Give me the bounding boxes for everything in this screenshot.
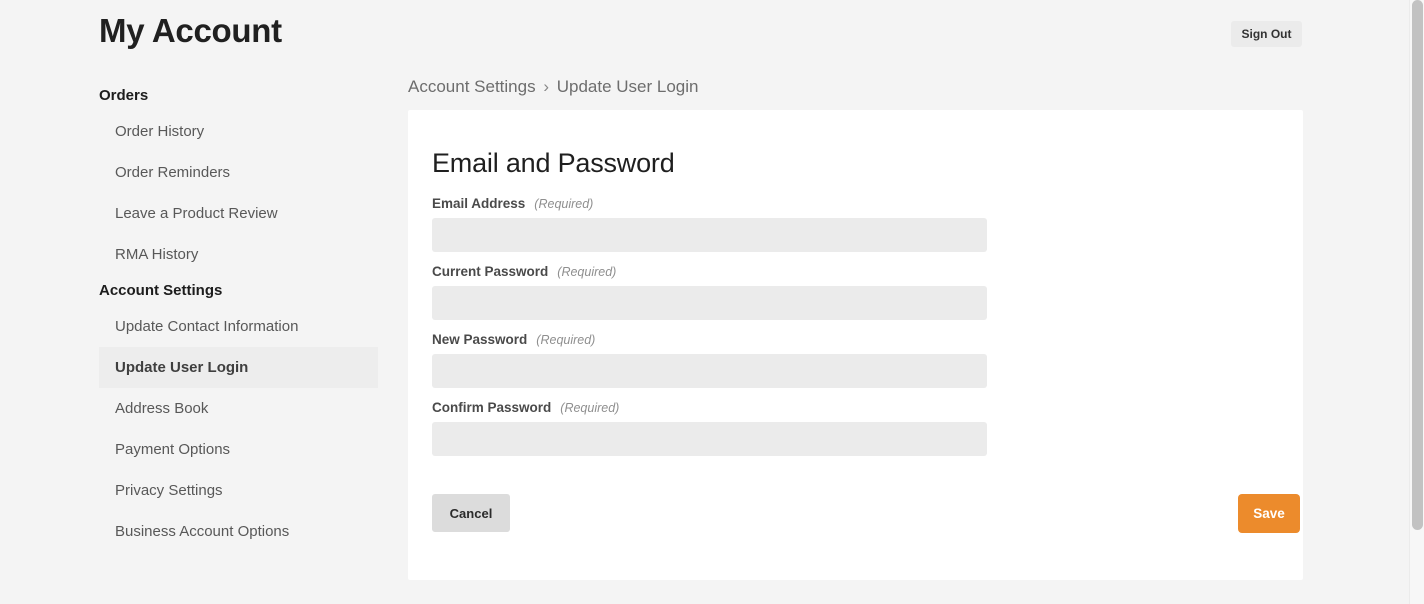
field-label-new-password: New Password (432, 332, 528, 347)
main-content: Account Settings › Update User Login Ema… (408, 74, 1303, 580)
sign-out-button[interactable]: Sign Out (1231, 21, 1302, 47)
form-actions: Cancel Save (432, 494, 1300, 536)
field-confirm-password: Confirm Password (Required) (432, 397, 1279, 456)
account-page: My Account Sign Out Orders Order History O… (0, 0, 1409, 604)
field-required-note: (Required) (534, 197, 594, 211)
field-label-row: New Password (Required) (432, 329, 1279, 350)
breadcrumb-item-current: Update User Login (556, 77, 699, 96)
breadcrumb-item-account-settings[interactable]: Account Settings (408, 77, 536, 96)
page-title: My Account (99, 12, 282, 49)
card-title: Email and Password (432, 148, 675, 178)
form-fields: Email Address (Required) Current Password (… (432, 193, 1279, 456)
input-email-address[interactable] (432, 218, 987, 252)
sidebar-item-order-reminders[interactable]: Order Reminders (99, 152, 378, 193)
sidebar-group: Orders Order History Order Reminders Leave … (0, 80, 390, 275)
field-current-password: Current Password (Required) (432, 261, 1279, 320)
sidebar-group: Account Settings Update Contact Informati… (0, 275, 390, 552)
sidebar-item-order-history[interactable]: Order History (99, 111, 378, 152)
breadcrumb: Account Settings › Update User Login (408, 74, 1303, 110)
input-confirm-password[interactable] (432, 422, 987, 456)
field-label-current-password: Current Password (432, 264, 549, 279)
field-required-note: (Required) (560, 401, 620, 415)
cancel-button[interactable]: Cancel (432, 494, 510, 532)
field-label-confirm-password: Confirm Password (432, 400, 552, 415)
scrollbar-thumb[interactable] (1412, 0, 1423, 530)
sidebar-item-update-contact-information[interactable]: Update Contact Information (99, 306, 378, 347)
field-label-row: Current Password (Required) (432, 261, 1279, 282)
field-label-row: Confirm Password (Required) (432, 397, 1279, 418)
field-required-note: (Required) (557, 265, 617, 279)
field-email-address: Email Address (Required) (432, 193, 1279, 252)
input-current-password[interactable] (432, 286, 987, 320)
page-scrollbar[interactable] (1409, 0, 1424, 604)
form-card: Email and Password Email Address (Require… (408, 110, 1303, 580)
field-label-row: Email Address (Required) (432, 193, 1279, 214)
sidebar-item-privacy-settings[interactable]: Privacy Settings (99, 470, 378, 511)
sidebar-item-update-user-login[interactable]: Update User Login (99, 347, 378, 388)
sidebar-group-heading: Orders (99, 87, 149, 104)
input-new-password[interactable] (432, 354, 987, 388)
sidebar-item-payment-options[interactable]: Payment Options (99, 429, 378, 470)
sidebar-item-rma-history[interactable]: RMA History (99, 234, 378, 275)
sidebar-item-leave-a-product-review[interactable]: Leave a Product Review (99, 193, 378, 234)
page-header: My Account Sign Out (0, 0, 1409, 66)
sidebar-item-address-book[interactable]: Address Book (99, 388, 378, 429)
sidebar-nav: Orders Order History Order Reminders Leave … (0, 80, 390, 552)
sidebar-item-business-account-options[interactable]: Business Account Options (99, 511, 378, 552)
sidebar-group-heading: Account Settings (99, 282, 223, 299)
breadcrumb-separator-icon: › (543, 77, 549, 96)
field-required-note: (Required) (536, 333, 596, 347)
field-new-password: New Password (Required) (432, 329, 1279, 388)
save-button[interactable]: Save (1238, 494, 1300, 533)
field-label-email-address: Email Address (432, 196, 526, 211)
